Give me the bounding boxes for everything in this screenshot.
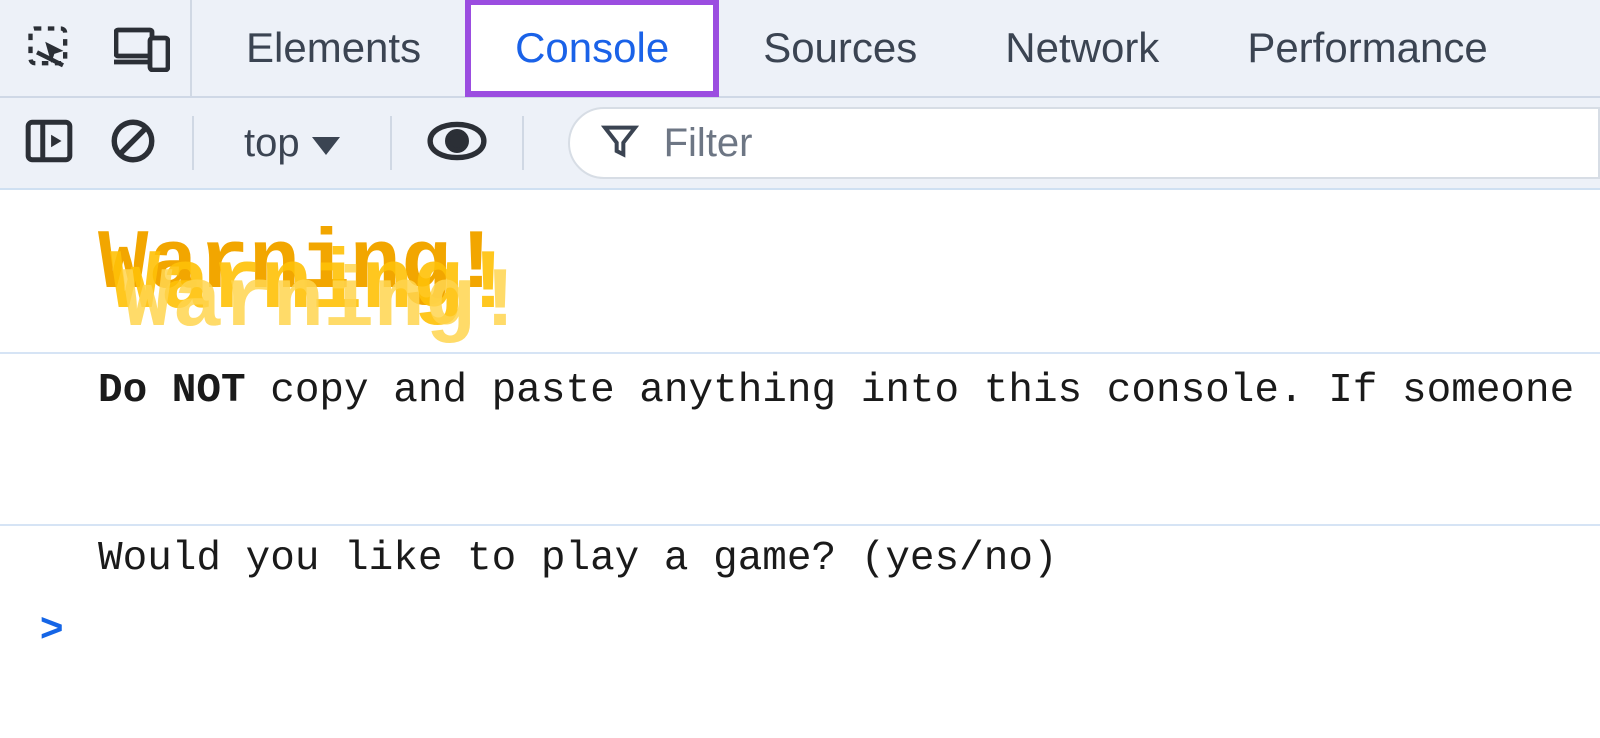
warning-banner: Warning! Warning! Warning!: [98, 224, 1600, 334]
tab-console[interactable]: Console: [465, 0, 719, 97]
toolbar-separator: [390, 116, 392, 170]
donot-rest: copy and paste anything into this consol…: [246, 368, 1575, 414]
toggle-sidebar-icon[interactable]: [24, 116, 74, 171]
context-label: top: [244, 121, 300, 166]
tab-performance[interactable]: Performance: [1203, 0, 1531, 96]
device-toolbar-icon[interactable]: [114, 24, 170, 72]
console-toolbar: top: [0, 98, 1600, 190]
chevron-down-icon: [312, 137, 340, 155]
console-log-donot: Do NOT copy and paste anything into this…: [0, 354, 1600, 526]
tab-sources[interactable]: Sources: [719, 0, 961, 96]
inspect-icon-group: [0, 0, 192, 96]
console-log-game: Would you like to play a game? (yes/no): [0, 526, 1600, 592]
live-expression-icon[interactable]: [426, 119, 488, 168]
filter-box[interactable]: [568, 107, 1600, 179]
console-input-row[interactable]: >: [0, 592, 1600, 651]
toolbar-separator: [522, 116, 524, 170]
filter-icon: [600, 121, 640, 166]
tab-network[interactable]: Network: [961, 0, 1203, 96]
console-output: Warning! Warning! Warning! Do NOT copy a…: [0, 190, 1600, 651]
execution-context-selector[interactable]: top: [228, 121, 356, 166]
prompt-chevron-icon: >: [40, 606, 63, 651]
clear-console-icon[interactable]: [108, 116, 158, 171]
warning-text-layer3: Warning!: [122, 262, 525, 346]
devtools-tabs: Elements Console Sources Network Perform…: [202, 0, 1532, 96]
tab-elements[interactable]: Elements: [202, 0, 465, 96]
game-prompt-text: Would you like to play a game? (yes/no): [98, 536, 1058, 582]
toolbar-separator: [192, 116, 194, 170]
filter-input[interactable]: [664, 121, 1568, 166]
donot-bold: Do NOT: [98, 368, 246, 414]
console-log-warning: Warning! Warning! Warning!: [0, 206, 1600, 354]
inspect-element-icon[interactable]: [24, 22, 76, 74]
devtools-tabbar: Elements Console Sources Network Perform…: [0, 0, 1600, 98]
